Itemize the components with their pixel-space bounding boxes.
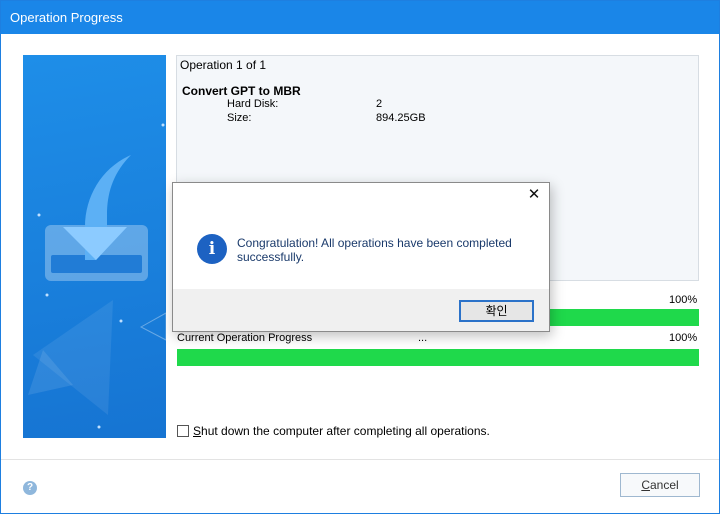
window-title: Operation Progress — [10, 10, 123, 25]
hard-disk-label: Hard Disk: — [227, 98, 279, 110]
overall-progress-percent: 100% — [669, 294, 698, 306]
ok-button[interactable]: 확인 — [459, 300, 534, 322]
current-progress-status: ... — [418, 332, 428, 344]
shutdown-checkbox-label[interactable]: Shut down the computer after completing … — [193, 424, 490, 438]
hard-disk-value: 2 — [376, 98, 383, 110]
help-icon[interactable]: ? — [23, 481, 37, 495]
operation-name: Convert GPT to MBR — [182, 84, 301, 98]
footer-divider — [1, 459, 719, 460]
current-progress-bar — [177, 349, 699, 366]
current-progress-fill — [177, 349, 699, 366]
side-banner — [23, 55, 166, 438]
close-icon[interactable]: ✕ — [527, 187, 541, 202]
operation-progress-window: Operation Progress Operation 1 of 1 Conv… — [0, 0, 720, 514]
dialog-button-bar: 확인 — [173, 289, 549, 331]
shutdown-checkbox[interactable] — [177, 425, 189, 437]
size-value: 894.25GB — [376, 112, 426, 124]
title-bar: Operation Progress — [1, 1, 719, 34]
info-icon: i — [197, 234, 227, 264]
operation-count: Operation 1 of 1 — [180, 58, 267, 72]
cancel-button[interactable]: Cancel — [620, 473, 700, 497]
success-dialog: ✕ i Congratulation! All operations have … — [172, 182, 550, 332]
current-progress-percent: 100% — [669, 332, 698, 344]
dialog-message: Congratulation! All operations have been… — [237, 236, 512, 264]
disk-illustration — [28, 123, 166, 429]
current-progress-label: Current Operation Progress — [177, 332, 313, 344]
size-label: Size: — [227, 112, 252, 124]
